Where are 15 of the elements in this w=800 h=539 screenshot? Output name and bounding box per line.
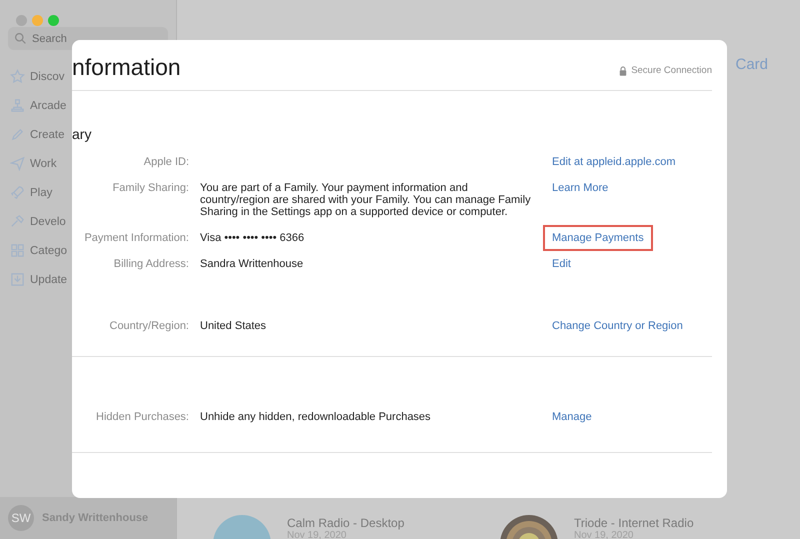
section-title: ary — [72, 126, 92, 142]
dialog-title: nformation — [72, 56, 181, 82]
field-value: Sandra Writtenhouse — [200, 258, 304, 270]
field-value: United States — [200, 320, 266, 332]
field-label: Family Sharing: — [112, 182, 189, 196]
field-label: Payment Information: — [83, 232, 189, 244]
field-value: Unhide any hidden, redownloadable Purchases — [200, 411, 431, 423]
field-label: Apple ID: — [142, 156, 189, 168]
field-label: Country/Region: — [108, 320, 189, 332]
field-value: You are part of a Family. Your payment information and country/region are shared with your Family. You can manage Family Sharing in the Settings app on a supported device or computer. — [200, 182, 531, 218]
secure-connection-label: Secure Connection — [631, 65, 712, 76]
avatar: SW — [8, 505, 34, 531]
field-label: Hidden Purchases: — [95, 411, 189, 423]
field-value: Visa •••• •••• •••• 6366 — [200, 232, 304, 244]
field-label: Billing Address: — [112, 258, 189, 270]
